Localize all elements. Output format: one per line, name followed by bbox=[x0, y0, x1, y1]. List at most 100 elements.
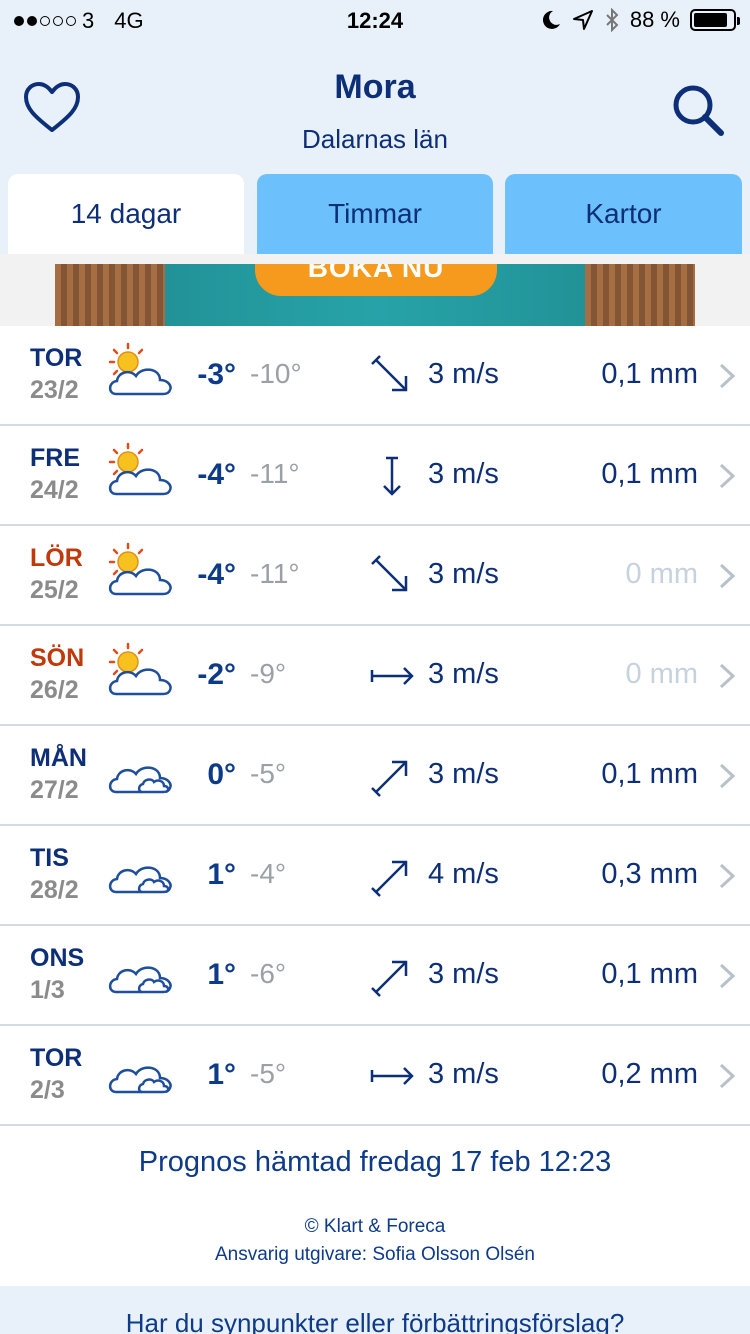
wind-speed: 3 m/s bbox=[428, 358, 499, 390]
bluetooth-icon bbox=[606, 8, 619, 32]
temp-min: -11° bbox=[250, 558, 300, 589]
chevron-right-icon[interactable] bbox=[718, 1062, 736, 1090]
page-subtitle: Dalarnas län bbox=[302, 124, 448, 154]
arrow-down-right-icon bbox=[371, 555, 408, 592]
forecast-day: MÅN bbox=[30, 744, 87, 772]
forecast-date: 2/3 bbox=[30, 1076, 65, 1104]
ad-area: BOKA NU bbox=[0, 254, 750, 326]
forecast-day: LÖR bbox=[30, 544, 83, 572]
forecast-row[interactable]: SÖN 26/2 -2° -9° 3 m/s 0 mm bbox=[0, 626, 750, 726]
wind-speed: 3 m/s bbox=[428, 958, 499, 990]
temp-max: -4° bbox=[197, 558, 236, 591]
chevron-right-icon[interactable] bbox=[718, 462, 736, 490]
temp-min: -5° bbox=[250, 758, 287, 789]
forecast-date: 24/2 bbox=[30, 476, 79, 504]
wind-speed: 4 m/s bbox=[428, 858, 499, 890]
cloud-icon bbox=[108, 766, 172, 794]
page-title: Mora bbox=[334, 68, 416, 106]
forecast-list: TOR 23/2 -3° -10° 3 m/s 0,1 mm FRE 24/2 -4° -11° 3… bbox=[0, 326, 750, 1126]
cloud-icon bbox=[108, 866, 172, 894]
forecast-date: 27/2 bbox=[30, 776, 79, 804]
arrow-up-right-icon bbox=[371, 960, 408, 997]
ad-banner[interactable]: BOKA NU bbox=[55, 264, 695, 326]
precipitation: 0 mm bbox=[625, 658, 699, 690]
tab-label: Kartor bbox=[585, 198, 662, 229]
partly-sunny-icon bbox=[108, 642, 172, 696]
partly-sunny-icon bbox=[108, 542, 172, 596]
precipitation: 0,1 mm bbox=[601, 358, 698, 390]
forecast-row[interactable]: TIS 28/2 1° -4° 4 m/s 0,3 mm bbox=[0, 826, 750, 926]
wind-speed: 3 m/s bbox=[428, 658, 499, 690]
forecast-updated-text: Prognos hämtad fredag 17 feb 12:23 bbox=[138, 1146, 612, 1178]
feedback-bar[interactable]: Har du synpunkter eller förbättringsförs… bbox=[0, 1286, 750, 1334]
forecast-row[interactable]: FRE 24/2 -4° -11° 3 m/s 0,1 mm bbox=[0, 426, 750, 526]
ad-image-left bbox=[55, 264, 165, 326]
precipitation: 0,1 mm bbox=[601, 958, 698, 990]
wind-speed: 3 m/s bbox=[428, 558, 499, 590]
precipitation: 0 mm bbox=[625, 558, 699, 590]
forecast-row[interactable]: TOR 2/3 1° -5° 3 m/s 0,2 mm bbox=[0, 1026, 750, 1126]
battery-percent: 88 % bbox=[629, 7, 680, 32]
arrow-down-right-icon bbox=[371, 355, 408, 392]
temp-max: -2° bbox=[197, 658, 236, 691]
temp-max: 0° bbox=[207, 758, 236, 791]
tab-14-dagar[interactable]: 14 dagar bbox=[8, 174, 244, 254]
temp-max: 1° bbox=[207, 958, 236, 991]
temp-max: -3° bbox=[197, 358, 236, 391]
wind-speed: 3 m/s bbox=[428, 758, 499, 790]
forecast-day: TOR bbox=[30, 1044, 83, 1072]
precipitation: 0,3 mm bbox=[601, 858, 698, 890]
forecast-day: FRE bbox=[30, 444, 80, 472]
arrow-right-icon bbox=[370, 667, 414, 685]
wind-speed: 3 m/s bbox=[428, 458, 499, 490]
feedback-link[interactable]: Har du synpunkter eller förbättringsförs… bbox=[0, 1308, 750, 1334]
forecast-date: 26/2 bbox=[30, 676, 79, 704]
temp-min: -10° bbox=[250, 358, 302, 389]
battery-icon bbox=[690, 9, 740, 31]
forecast-date: 23/2 bbox=[30, 376, 79, 404]
forecast-day: TIS bbox=[30, 844, 69, 872]
arrow-up-right-icon bbox=[371, 860, 408, 897]
forecast-date: 28/2 bbox=[30, 876, 79, 904]
chevron-right-icon[interactable] bbox=[718, 562, 736, 590]
forecast-day: ONS bbox=[30, 944, 85, 972]
tab-label: 14 dagar bbox=[70, 198, 182, 229]
arrow-right-icon bbox=[370, 1067, 414, 1085]
forecast-day: SÖN bbox=[30, 644, 85, 672]
temp-min: -4° bbox=[250, 858, 287, 889]
chevron-right-icon[interactable] bbox=[718, 662, 736, 690]
forecast-row[interactable]: ONS 1/3 1° -6° 3 m/s 0,1 mm bbox=[0, 926, 750, 1026]
precipitation: 0,1 mm bbox=[601, 758, 698, 790]
temp-min: -6° bbox=[250, 958, 287, 989]
location-arrow-icon bbox=[572, 10, 593, 30]
ad-image-right bbox=[585, 264, 695, 326]
arrow-up-right-icon bbox=[371, 760, 408, 797]
tab-timmar[interactable]: Timmar bbox=[257, 174, 493, 254]
arrow-down-icon bbox=[383, 456, 401, 496]
forecast-date: 25/2 bbox=[30, 576, 79, 604]
tab-kartor[interactable]: Kartor bbox=[505, 174, 742, 254]
forecast-row[interactable]: MÅN 27/2 0° -5° 3 m/s 0,1 mm bbox=[0, 726, 750, 826]
header: Mora Dalarnas län 14 dagar Timmar Kartor bbox=[0, 40, 750, 254]
forecast-row[interactable]: LÖR 25/2 -4° -11° 3 m/s 0 mm bbox=[0, 526, 750, 626]
status-right: 88 % bbox=[540, 7, 740, 33]
temp-min: -9° bbox=[250, 658, 287, 689]
precipitation: 0,1 mm bbox=[601, 458, 698, 490]
temp-max: -4° bbox=[197, 458, 236, 491]
forecast-row[interactable]: TOR 23/2 -3° -10° 3 m/s 0,1 mm bbox=[0, 326, 750, 426]
chevron-right-icon[interactable] bbox=[718, 362, 736, 390]
chevron-right-icon[interactable] bbox=[718, 762, 736, 790]
chevron-right-icon[interactable] bbox=[718, 962, 736, 990]
copyright-text: © Klart & Foreca bbox=[304, 1216, 446, 1237]
partly-sunny-icon bbox=[108, 342, 172, 396]
publisher-text: Ansvarig utgivare: Sofia Olsson Olsén bbox=[215, 1244, 535, 1265]
search-icon[interactable] bbox=[668, 80, 728, 140]
precipitation: 0,2 mm bbox=[601, 1058, 698, 1090]
temp-min: -5° bbox=[250, 1058, 287, 1089]
forecast-date: 1/3 bbox=[30, 976, 65, 1004]
ad-book-button[interactable]: BOKA NU bbox=[255, 264, 497, 296]
cloud-icon bbox=[108, 1066, 172, 1094]
chevron-right-icon[interactable] bbox=[718, 862, 736, 890]
tab-label: Timmar bbox=[328, 198, 422, 229]
partly-sunny-icon bbox=[108, 442, 172, 496]
